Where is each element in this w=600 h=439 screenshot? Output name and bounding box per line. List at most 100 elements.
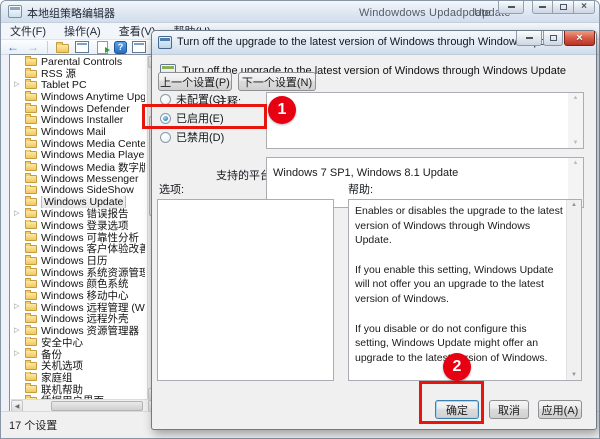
minimize-icon — [539, 6, 546, 8]
tree-item[interactable]: Windows Defender — [12, 102, 145, 114]
options-label: 选项: — [159, 184, 185, 196]
tree-item-label: Windows 颜色系统 — [41, 278, 129, 290]
tree-item-label: 家庭组 — [41, 371, 73, 384]
tree-item-label: Windows 客户体验改善计划 — [41, 243, 145, 255]
expander-icon[interactable]: ▷ — [14, 209, 19, 217]
maximize-button[interactable] — [543, 31, 563, 46]
next-setting-button[interactable]: 下一个设置(N) — [238, 72, 316, 91]
tree-item[interactable]: Windows Messenger — [12, 172, 145, 185]
tree-item[interactable]: 关机选项 — [12, 359, 145, 372]
tree-item-label: Windows Update — [41, 196, 127, 208]
folder-icon — [25, 126, 37, 136]
tree-item[interactable]: Windows 客户体验改善计划 — [12, 243, 145, 255]
tree-item[interactable]: Windows 系统资源管理器 — [12, 266, 145, 278]
expander-icon[interactable]: ▷ — [14, 326, 19, 334]
restore-button[interactable] — [553, 1, 574, 14]
menu-item-file[interactable]: 文件(F) — [1, 22, 55, 40]
radio-label: 已禁用(D) — [176, 132, 225, 144]
policy-tree-panel: Parental Controls RSS 源 ▷ Tablet PC Windows … — [9, 54, 161, 413]
radio-icon[interactable] — [160, 131, 171, 143]
comment-textarea[interactable]: ▲ ▼ — [266, 92, 584, 149]
tree-item-label: RSS 源 — [41, 68, 77, 80]
minimize-icon — [525, 37, 533, 39]
previous-setting-button[interactable]: 上一个设置(P) — [158, 72, 232, 91]
help-scrollbar[interactable]: ▲ ▼ — [566, 200, 581, 380]
scrollbar[interactable]: ▲ ▼ — [568, 93, 583, 148]
window-title: 本地组策略编辑器 — [27, 8, 115, 20]
tree-item[interactable]: Windows Anytime Upgrade — [12, 91, 145, 103]
expander-icon[interactable]: ▷ — [14, 80, 19, 88]
maximize-icon — [549, 35, 557, 41]
tree-item[interactable]: Parental Controls — [12, 56, 145, 68]
cancel-button[interactable]: 取消 — [489, 400, 529, 419]
annotation-rectangle-step1 — [142, 104, 267, 129]
folder-icon — [25, 301, 37, 312]
tree-item[interactable]: Windows Update — [12, 196, 145, 208]
toolbar-separator — [47, 41, 48, 53]
tree-item[interactable]: Windows 远程外壳 — [12, 313, 145, 325]
help-icon[interactable]: ? — [114, 40, 127, 54]
tree-item[interactable]: Windows Media 数字版权管理 — [12, 161, 145, 173]
folder-icon — [25, 231, 37, 242]
main-title-bar: 本地组策略编辑器 Windowdows Updadpdate Update × — [1, 1, 599, 23]
tree-item[interactable]: ▷ Windows 远程管理 (WinRM) — [12, 301, 145, 313]
folder-icon — [25, 383, 37, 394]
minimize-button[interactable] — [498, 1, 524, 14]
back-icon[interactable]: ← — [5, 40, 21, 54]
tree-item[interactable]: Windows 日历 — [12, 254, 145, 266]
dialog-title-bar: Turn off the upgrade to the latest versi… — [152, 31, 596, 55]
tree-item-label: Parental Controls — [41, 56, 123, 68]
tree-item[interactable]: Windows 可靠性分析 — [12, 231, 145, 243]
tree-item[interactable]: Windows SideShow — [12, 184, 145, 196]
tree-item-label: 备份 — [41, 348, 62, 360]
tree-list: Parental Controls RSS 源 ▷ Tablet PC Windows … — [12, 56, 145, 400]
apply-button[interactable]: 应用(A) — [538, 400, 582, 419]
tree-item[interactable]: RSS 源 — [12, 67, 145, 80]
folder-icon — [25, 348, 37, 359]
expander-icon[interactable]: ▷ — [14, 349, 19, 357]
radio-icon[interactable] — [160, 93, 171, 105]
close-button[interactable]: × — [574, 1, 595, 14]
tree-item[interactable]: 家庭组 — [12, 371, 145, 384]
tree-item[interactable]: Windows 移动中心 — [12, 289, 145, 301]
tree-item[interactable]: 联机帮助 — [12, 383, 145, 395]
tree-item[interactable]: ▷ Windows 错误报告 — [12, 207, 145, 220]
tree-item[interactable]: Windows Media Player — [12, 149, 145, 161]
folder-go-icon[interactable] — [94, 40, 110, 54]
console-window-icon[interactable] — [74, 40, 90, 54]
tree-item[interactable]: Windows 登录选项 — [12, 219, 145, 231]
show-pane-icon[interactable] — [131, 40, 147, 54]
help-text: Enables or disables the upgrade to the l… — [355, 205, 563, 364]
tree-item-label: Windows 远程管理 (WinRM) — [41, 301, 145, 314]
tree-item-label: Windows Mail — [41, 126, 106, 138]
folder-icon — [25, 196, 37, 207]
folder-icon — [25, 91, 37, 101]
help-panel: Enables or disables the upgrade to the l… — [348, 199, 582, 381]
tree-horizontal-scrollbar[interactable]: ◀ ▶ — [11, 399, 160, 412]
supported-platforms-value: Windows 7 SP1, Windows 8.1 Update — [273, 167, 459, 179]
tree-item[interactable]: ▷ 备份 — [12, 348, 145, 360]
minimize-button[interactable] — [532, 1, 553, 14]
forward-icon[interactable]: → — [25, 40, 41, 54]
scroll-up-icon[interactable]: ▲ — [568, 95, 583, 101]
radio-option[interactable]: 已禁用(D) — [160, 131, 225, 144]
close-button[interactable]: × — [564, 31, 595, 46]
tree-item[interactable]: Windows Mail — [12, 126, 145, 138]
tree-item[interactable]: Windows Installer — [12, 114, 145, 126]
tree-item[interactable]: Windows 颜色系统 — [12, 278, 145, 290]
scroll-up-icon[interactable]: ▲ — [567, 202, 581, 208]
scrollbar-thumb[interactable] — [51, 401, 143, 411]
tree-item[interactable]: 安全中心 — [12, 336, 145, 348]
menu-item-action[interactable]: 操作(A) — [55, 22, 110, 40]
export-folder-icon[interactable] — [54, 40, 70, 54]
tree-item[interactable]: Windows Media Center — [12, 137, 145, 150]
scroll-down-icon[interactable]: ▼ — [567, 372, 581, 378]
minimize-button[interactable] — [516, 31, 542, 46]
tree-item[interactable]: ▷ Tablet PC — [12, 79, 145, 91]
folder-icon — [25, 102, 37, 113]
folder-icon — [25, 137, 37, 148]
scroll-up-icon[interactable]: ▲ — [568, 160, 583, 166]
tree-item[interactable]: ▷ Windows 资源管理器 — [12, 324, 145, 337]
expander-icon[interactable]: ▷ — [14, 302, 19, 310]
scroll-down-icon[interactable]: ▼ — [568, 140, 583, 146]
